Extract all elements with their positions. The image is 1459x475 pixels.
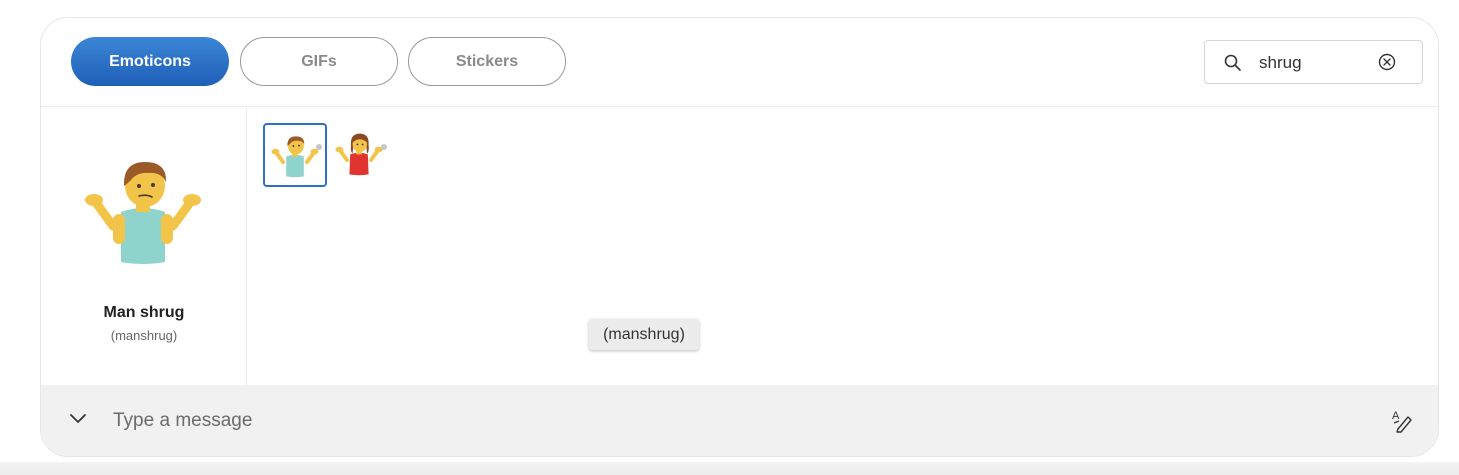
window-bottom-edge bbox=[0, 462, 1459, 475]
woman-shrug-emoji bbox=[335, 133, 383, 176]
tab-gifs[interactable]: GIFs bbox=[240, 37, 398, 86]
message-composer: A bbox=[41, 385, 1438, 456]
man-shrug-emoji bbox=[271, 136, 319, 178]
picker-header: Emoticons GIFs Stickers bbox=[41, 18, 1438, 107]
chevron-down-icon[interactable] bbox=[68, 411, 88, 425]
man-shrug-emoji-large bbox=[85, 162, 201, 264]
search-icon bbox=[1224, 54, 1241, 71]
emoticon-womanshrug[interactable] bbox=[329, 123, 393, 187]
emoticon-variant-dot bbox=[316, 144, 322, 150]
emoticon-results-grid: (manshrug) bbox=[248, 108, 1438, 385]
emoticon-variant-dot bbox=[381, 144, 387, 150]
emoticon-search-box[interactable] bbox=[1204, 40, 1423, 84]
emoticon-tooltip: (manshrug) bbox=[589, 319, 699, 350]
svg-text:A: A bbox=[1392, 410, 1400, 422]
message-input[interactable] bbox=[113, 407, 1313, 435]
emoticon-preview: Man shrug (manshrug) bbox=[41, 108, 247, 385]
emoticon-picker-panel: Emoticons GIFs Stickers shrug Man shrug … bbox=[40, 17, 1439, 457]
tab-stickers[interactable]: Stickers bbox=[408, 37, 566, 86]
emoticon-manshrug[interactable] bbox=[263, 123, 327, 187]
preview-emoticon-name: Man shrug bbox=[103, 304, 185, 321]
search-input[interactable] bbox=[1259, 51, 1369, 75]
clear-circle-icon[interactable] bbox=[1377, 52, 1397, 72]
preview-emoticon-code: (manshrug) bbox=[110, 328, 178, 343]
spellcheck-icon[interactable]: A bbox=[1389, 407, 1415, 433]
tab-emoticons[interactable]: Emoticons bbox=[71, 37, 229, 86]
